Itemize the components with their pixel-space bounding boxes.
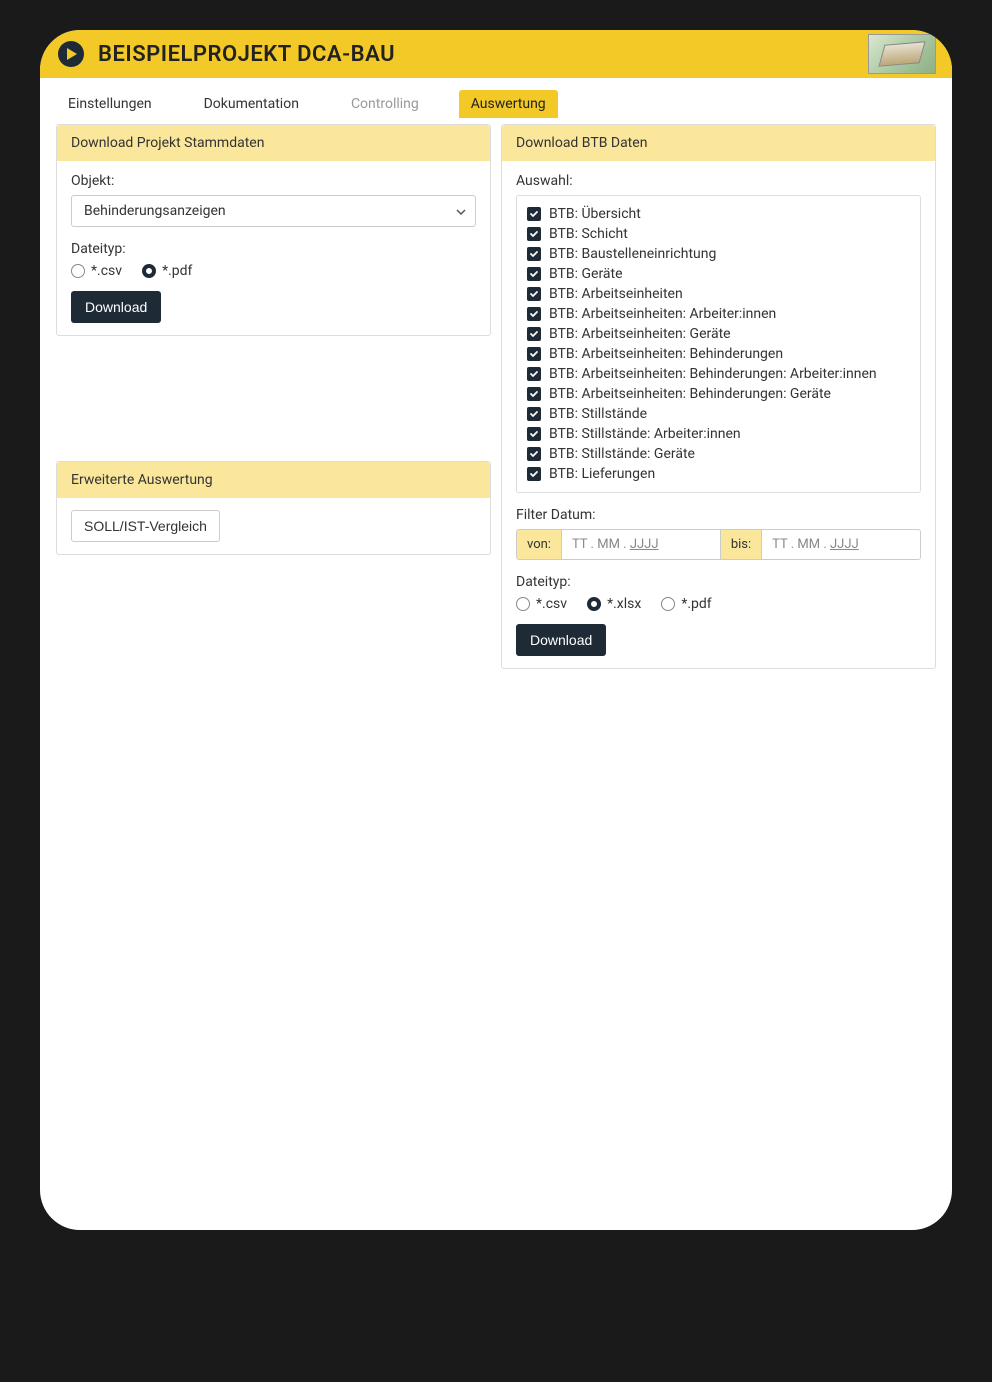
btb-check-label: BTB: Arbeitseinheiten: Behinderungen: Ge…	[549, 386, 831, 402]
bis-label: bis:	[720, 530, 762, 559]
stammdaten-radio-csv[interactable]: *.csv	[71, 263, 122, 279]
tab-bar: Einstellungen Dokumentation Controlling …	[40, 78, 952, 118]
btb-dateityp-label: Dateityp:	[516, 574, 921, 590]
btb-date-row: von: TT . MM . JJJJ bis: TT . MM . JJJJ	[516, 529, 921, 560]
btb-check-label: BTB: Arbeitseinheiten: Arbeiter:innen	[549, 306, 776, 322]
tab-controlling: Controlling	[339, 90, 431, 118]
header-bar: BEISPIELPROJEKT DCA-BAU	[40, 30, 952, 78]
btb-download-button[interactable]: Download	[516, 624, 606, 656]
panel-erweitert-header: Erweiterte Auswertung	[57, 462, 490, 498]
app-logo-icon	[56, 39, 86, 69]
btb-check-label: BTB: Schicht	[549, 226, 628, 242]
btb-check-item[interactable]: BTB: Arbeitseinheiten: Arbeiter:innen	[527, 304, 910, 324]
btb-check-label: BTB: Lieferungen	[549, 466, 655, 482]
panel-btb: Download BTB Daten Auswahl: BTB: Übersic…	[501, 124, 936, 669]
radio-icon	[71, 264, 85, 278]
btb-check-item[interactable]: BTB: Stillstände	[527, 404, 910, 424]
btb-check-label: BTB: Stillstände	[549, 406, 647, 422]
btb-dateityp-group: *.csv *.xlsx *.pdf	[516, 596, 921, 612]
tab-auswertung[interactable]: Auswertung	[459, 90, 558, 118]
radio-label: *.xlsx	[607, 596, 641, 612]
checkbox-icon	[527, 267, 541, 281]
checkbox-icon	[527, 447, 541, 461]
checkbox-icon	[527, 467, 541, 481]
btb-check-label: BTB: Baustelleneinrichtung	[549, 246, 716, 262]
radio-label: *.pdf	[681, 596, 711, 612]
page-title: BEISPIELPROJEKT DCA-BAU	[98, 42, 395, 67]
panel-stammdaten-header: Download Projekt Stammdaten	[57, 125, 490, 161]
app-window: BEISPIELPROJEKT DCA-BAU Einstellungen Do…	[40, 30, 952, 1230]
panel-btb-header: Download BTB Daten	[502, 125, 935, 161]
stammdaten-radio-pdf[interactable]: *.pdf	[142, 263, 192, 279]
btb-check-item[interactable]: BTB: Arbeitseinheiten	[527, 284, 910, 304]
objekt-select[interactable]: Behinderungsanzeigen	[71, 195, 476, 227]
btb-check-item[interactable]: BTB: Stillstände: Geräte	[527, 444, 910, 464]
btb-check-list: BTB: Übersicht BTB: Schicht BTB: Baustelle…	[516, 195, 921, 493]
btb-radio-csv[interactable]: *.csv	[516, 596, 567, 612]
btb-check-item[interactable]: BTB: Baustelleneinrichtung	[527, 244, 910, 264]
objekt-label: Objekt:	[71, 173, 476, 189]
btb-check-item[interactable]: BTB: Arbeitseinheiten: Behinderungen: Ge…	[527, 384, 910, 404]
checkbox-icon	[527, 387, 541, 401]
btb-check-label: BTB: Stillstände: Arbeiter:innen	[549, 426, 741, 442]
soll-ist-button[interactable]: SOLL/IST-Vergleich	[71, 510, 220, 542]
checkbox-icon	[527, 307, 541, 321]
btb-check-label: BTB: Arbeitseinheiten: Geräte	[549, 326, 731, 342]
panel-stammdaten: Download Projekt Stammdaten Objekt: Behi…	[56, 124, 491, 336]
btb-check-item[interactable]: BTB: Übersicht	[527, 204, 910, 224]
btb-check-label: BTB: Arbeitseinheiten: Behinderungen	[549, 346, 783, 362]
btb-auswahl-label: Auswahl:	[516, 173, 921, 189]
checkbox-icon	[527, 227, 541, 241]
btb-radio-pdf[interactable]: *.pdf	[661, 596, 711, 612]
btb-check-item[interactable]: BTB: Arbeitseinheiten: Behinderungen	[527, 344, 910, 364]
checkbox-icon	[527, 287, 541, 301]
bis-input[interactable]: TT . MM . JJJJ	[762, 530, 920, 559]
panel-erweitert: Erweiterte Auswertung SOLL/IST-Vergleich	[56, 461, 491, 555]
content-grid: Download Projekt Stammdaten Objekt: Behi…	[40, 118, 952, 685]
von-label: von:	[517, 530, 562, 559]
btb-check-label: BTB: Arbeitseinheiten	[549, 286, 683, 302]
btb-check-label: BTB: Geräte	[549, 266, 623, 282]
checkbox-icon	[527, 207, 541, 221]
btb-check-item[interactable]: BTB: Geräte	[527, 264, 910, 284]
radio-icon	[661, 597, 675, 611]
checkbox-icon	[527, 367, 541, 381]
radio-icon	[587, 597, 601, 611]
checkbox-icon	[527, 247, 541, 261]
btb-check-item[interactable]: BTB: Arbeitseinheiten: Geräte	[527, 324, 910, 344]
btb-check-label: BTB: Übersicht	[549, 206, 641, 222]
btb-check-item[interactable]: BTB: Schicht	[527, 224, 910, 244]
radio-icon	[516, 597, 530, 611]
radio-label: *.csv	[91, 263, 122, 279]
btb-check-label: BTB: Stillstände: Geräte	[549, 446, 695, 462]
btb-radio-xlsx[interactable]: *.xlsx	[587, 596, 641, 612]
von-input[interactable]: TT . MM . JJJJ	[562, 530, 720, 559]
stammdaten-dateityp-group: *.csv *.pdf	[71, 263, 476, 279]
radio-label: *.pdf	[162, 263, 192, 279]
project-thumbnail	[868, 34, 936, 74]
stammdaten-download-button[interactable]: Download	[71, 291, 161, 323]
checkbox-icon	[527, 347, 541, 361]
btb-check-item[interactable]: BTB: Stillstände: Arbeiter:innen	[527, 424, 910, 444]
stammdaten-dateityp-label: Dateityp:	[71, 241, 476, 257]
btb-check-label: BTB: Arbeitseinheiten: Behinderungen: Ar…	[549, 366, 877, 382]
radio-label: *.csv	[536, 596, 567, 612]
radio-icon	[142, 264, 156, 278]
tab-dokumentation[interactable]: Dokumentation	[192, 90, 311, 118]
checkbox-icon	[527, 327, 541, 341]
btb-check-item[interactable]: BTB: Lieferungen	[527, 464, 910, 484]
checkbox-icon	[527, 427, 541, 441]
btb-check-item[interactable]: BTB: Arbeitseinheiten: Behinderungen: Ar…	[527, 364, 910, 384]
checkbox-icon	[527, 407, 541, 421]
btb-filter-label: Filter Datum:	[516, 507, 921, 523]
tab-einstellungen[interactable]: Einstellungen	[56, 90, 164, 118]
